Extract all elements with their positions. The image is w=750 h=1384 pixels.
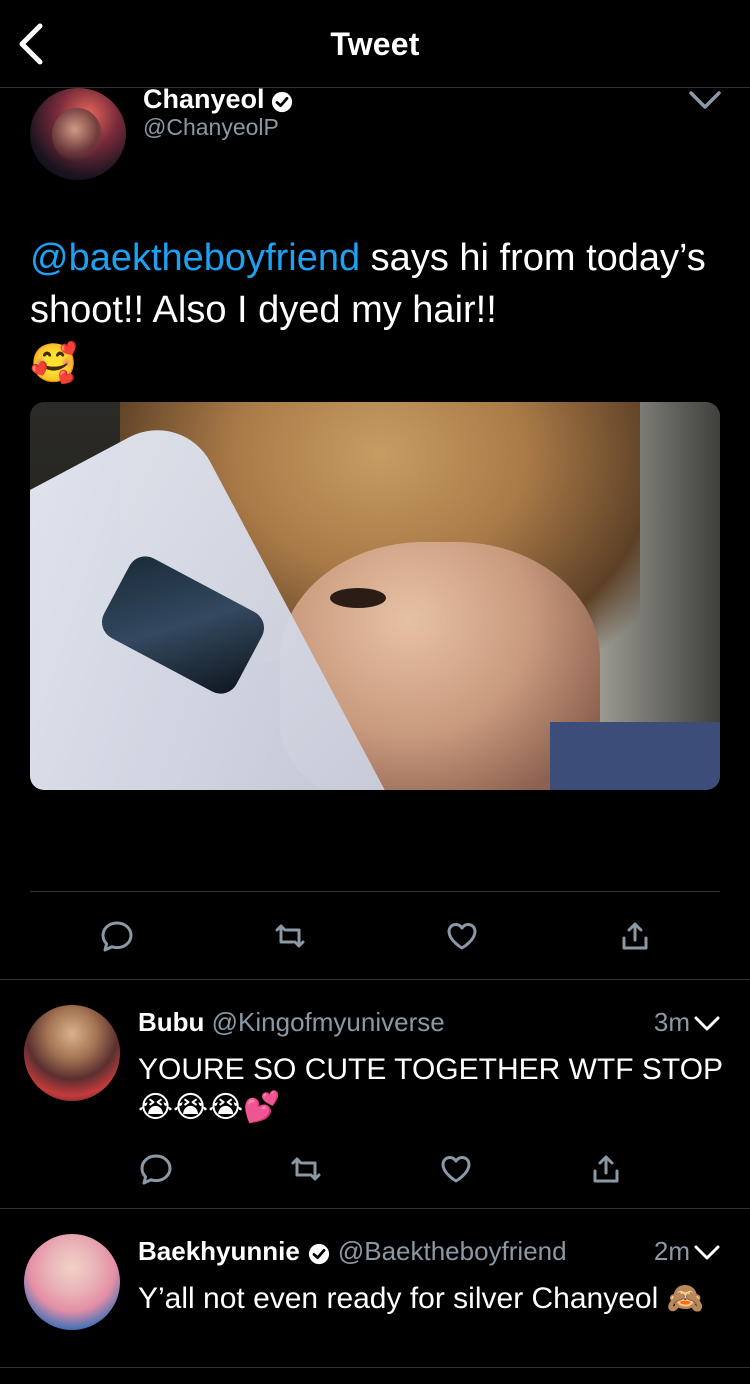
tweet-text: @baektheboyfriend says hi from today’s s… — [30, 232, 730, 388]
chevron-down-icon[interactable] — [694, 1015, 720, 1033]
reply-author-name[interactable]: Bubu — [138, 1007, 204, 1037]
verified-icon — [271, 89, 293, 112]
smiling-face-with-hearts-emoji: 🥰 — [30, 342, 78, 385]
main-tweet: Chanyeol @ChanyeolP @baektheboyfriend sa… — [0, 84, 750, 980]
retweet-icon[interactable] — [270, 916, 310, 956]
tweet-photo[interactable] — [30, 402, 720, 790]
reply-author-name[interactable]: Baekhyunnie — [138, 1236, 300, 1267]
author-name: Chanyeol — [143, 84, 265, 114]
mention-link[interactable]: @baektheboyfriend — [30, 237, 360, 279]
top-navigation-bar: Tweet — [0, 0, 750, 88]
share-icon[interactable] — [615, 916, 655, 956]
reply-text: Y’all not even ready for silver Chanyeol… — [138, 1282, 704, 1315]
author-name-row[interactable]: Chanyeol — [143, 84, 293, 115]
page-title: Tweet — [330, 26, 420, 62]
chevron-down-icon[interactable] — [694, 1244, 720, 1262]
author-handle[interactable]: @ChanyeolP — [143, 114, 279, 141]
chevron-down-icon[interactable] — [688, 88, 722, 112]
reply-author-handle[interactable]: @Baektheboyfriend — [338, 1236, 567, 1267]
reply-tweet[interactable]: Bubu @Kingofmyuniverse 3m YOURE SO CUTE … — [0, 981, 750, 1209]
share-icon[interactable] — [586, 1149, 626, 1189]
reply-actions — [136, 1149, 626, 1189]
reply-tweet[interactable]: Baekhyunnie @Baektheboyfriend 2m Y’all n… — [0, 1210, 750, 1368]
reply-icon[interactable] — [136, 1149, 176, 1189]
reply-text: YOURE SO CUTE TOGETHER WTF STOP 😭😭😭💕 — [138, 1053, 723, 1124]
reply-header: Baekhyunnie @Baektheboyfriend — [138, 1236, 567, 1267]
tweet-actions — [97, 916, 655, 956]
avatar[interactable] — [24, 1234, 120, 1330]
reply-timestamp: 2m — [653, 1236, 690, 1266]
retweet-icon[interactable] — [286, 1149, 326, 1189]
like-icon[interactable] — [442, 916, 482, 956]
verified-icon — [308, 1241, 330, 1264]
reply-timestamp: 3m — [653, 1007, 690, 1037]
divider — [30, 891, 720, 892]
reply-header: Bubu @Kingofmyuniverse — [138, 1007, 445, 1038]
reply-author-handle[interactable]: @Kingofmyuniverse — [212, 1007, 445, 1037]
reply-icon[interactable] — [97, 916, 137, 956]
like-icon[interactable] — [436, 1149, 476, 1189]
avatar[interactable] — [24, 1005, 120, 1101]
avatar[interactable] — [30, 88, 126, 180]
